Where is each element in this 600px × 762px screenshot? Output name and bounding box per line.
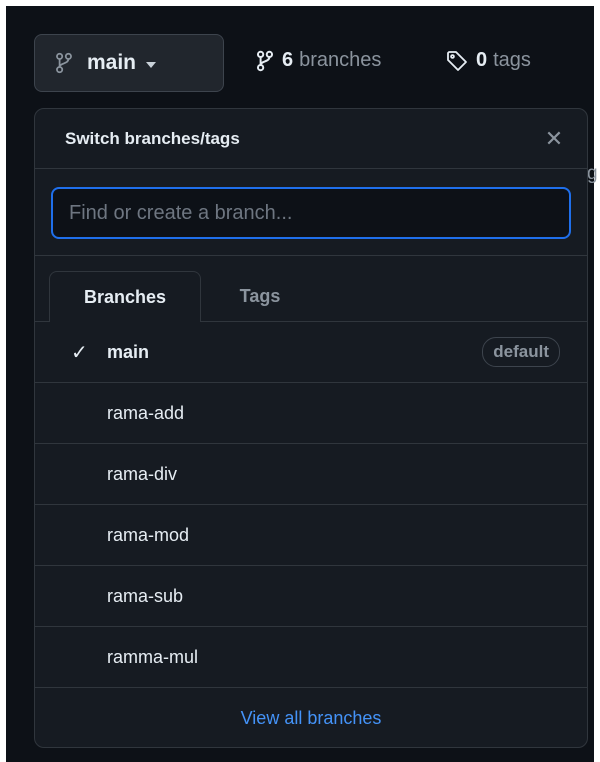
tags-count-link[interactable]: 0 tags xyxy=(446,49,531,72)
branch-item-ramma-mul[interactable]: ramma-mul xyxy=(35,627,587,688)
branch-item-main[interactable]: ✓ main default xyxy=(35,322,587,383)
branch-select-button[interactable]: main xyxy=(34,34,224,92)
search-wrapper xyxy=(35,169,587,256)
branch-search-input[interactable] xyxy=(51,187,571,239)
chevron-down-icon xyxy=(146,61,157,68)
branch-item-rama-div[interactable]: rama-div xyxy=(35,444,587,505)
branches-label: branches xyxy=(299,49,382,71)
tags-count: 0 xyxy=(476,49,488,71)
branch-name: rama-add xyxy=(107,402,185,423)
background-text-fragment: g xyxy=(587,163,598,184)
tab-tags[interactable]: Tags xyxy=(201,271,319,321)
branches-count: 6 xyxy=(282,49,294,71)
branch-name: main xyxy=(107,341,150,362)
branch-item-rama-mod[interactable]: rama-mod xyxy=(35,505,587,566)
branches-count-link[interactable]: 6 branches xyxy=(256,49,381,72)
git-branch-icon xyxy=(256,50,274,71)
window-frame-left xyxy=(0,0,6,762)
branch-name: rama-sub xyxy=(107,585,184,606)
check-icon: ✓ xyxy=(71,341,88,364)
branch-name: rama-div xyxy=(107,463,178,484)
dropdown-footer: View all branches xyxy=(35,688,587,747)
view-all-branches-link[interactable]: View all branches xyxy=(241,708,382,729)
branch-list: ✓ main default rama-add rama-div rama-mo… xyxy=(35,322,587,688)
tags-label: tags xyxy=(493,49,531,71)
branch-item-rama-sub[interactable]: rama-sub xyxy=(35,566,587,627)
close-icon[interactable]: ✕ xyxy=(541,127,567,150)
current-branch-label: main xyxy=(87,51,137,74)
dropdown-title: Switch branches/tags xyxy=(65,128,240,148)
window-frame-right xyxy=(594,0,600,762)
branch-item-rama-add[interactable]: rama-add xyxy=(35,383,587,444)
branch-switcher-dropdown: Switch branches/tags ✕ Branches Tags ✓ m… xyxy=(34,108,588,748)
dropdown-header: Switch branches/tags ✕ xyxy=(35,109,587,169)
branch-name: rama-mod xyxy=(107,524,190,545)
default-badge: default xyxy=(482,337,560,367)
tab-branches[interactable]: Branches xyxy=(49,271,201,322)
tag-icon xyxy=(447,50,467,71)
dropdown-tabs: Branches Tags xyxy=(35,256,587,322)
branch-name: ramma-mul xyxy=(107,646,199,667)
git-branch-icon xyxy=(56,52,72,74)
window-frame-top xyxy=(0,0,600,6)
